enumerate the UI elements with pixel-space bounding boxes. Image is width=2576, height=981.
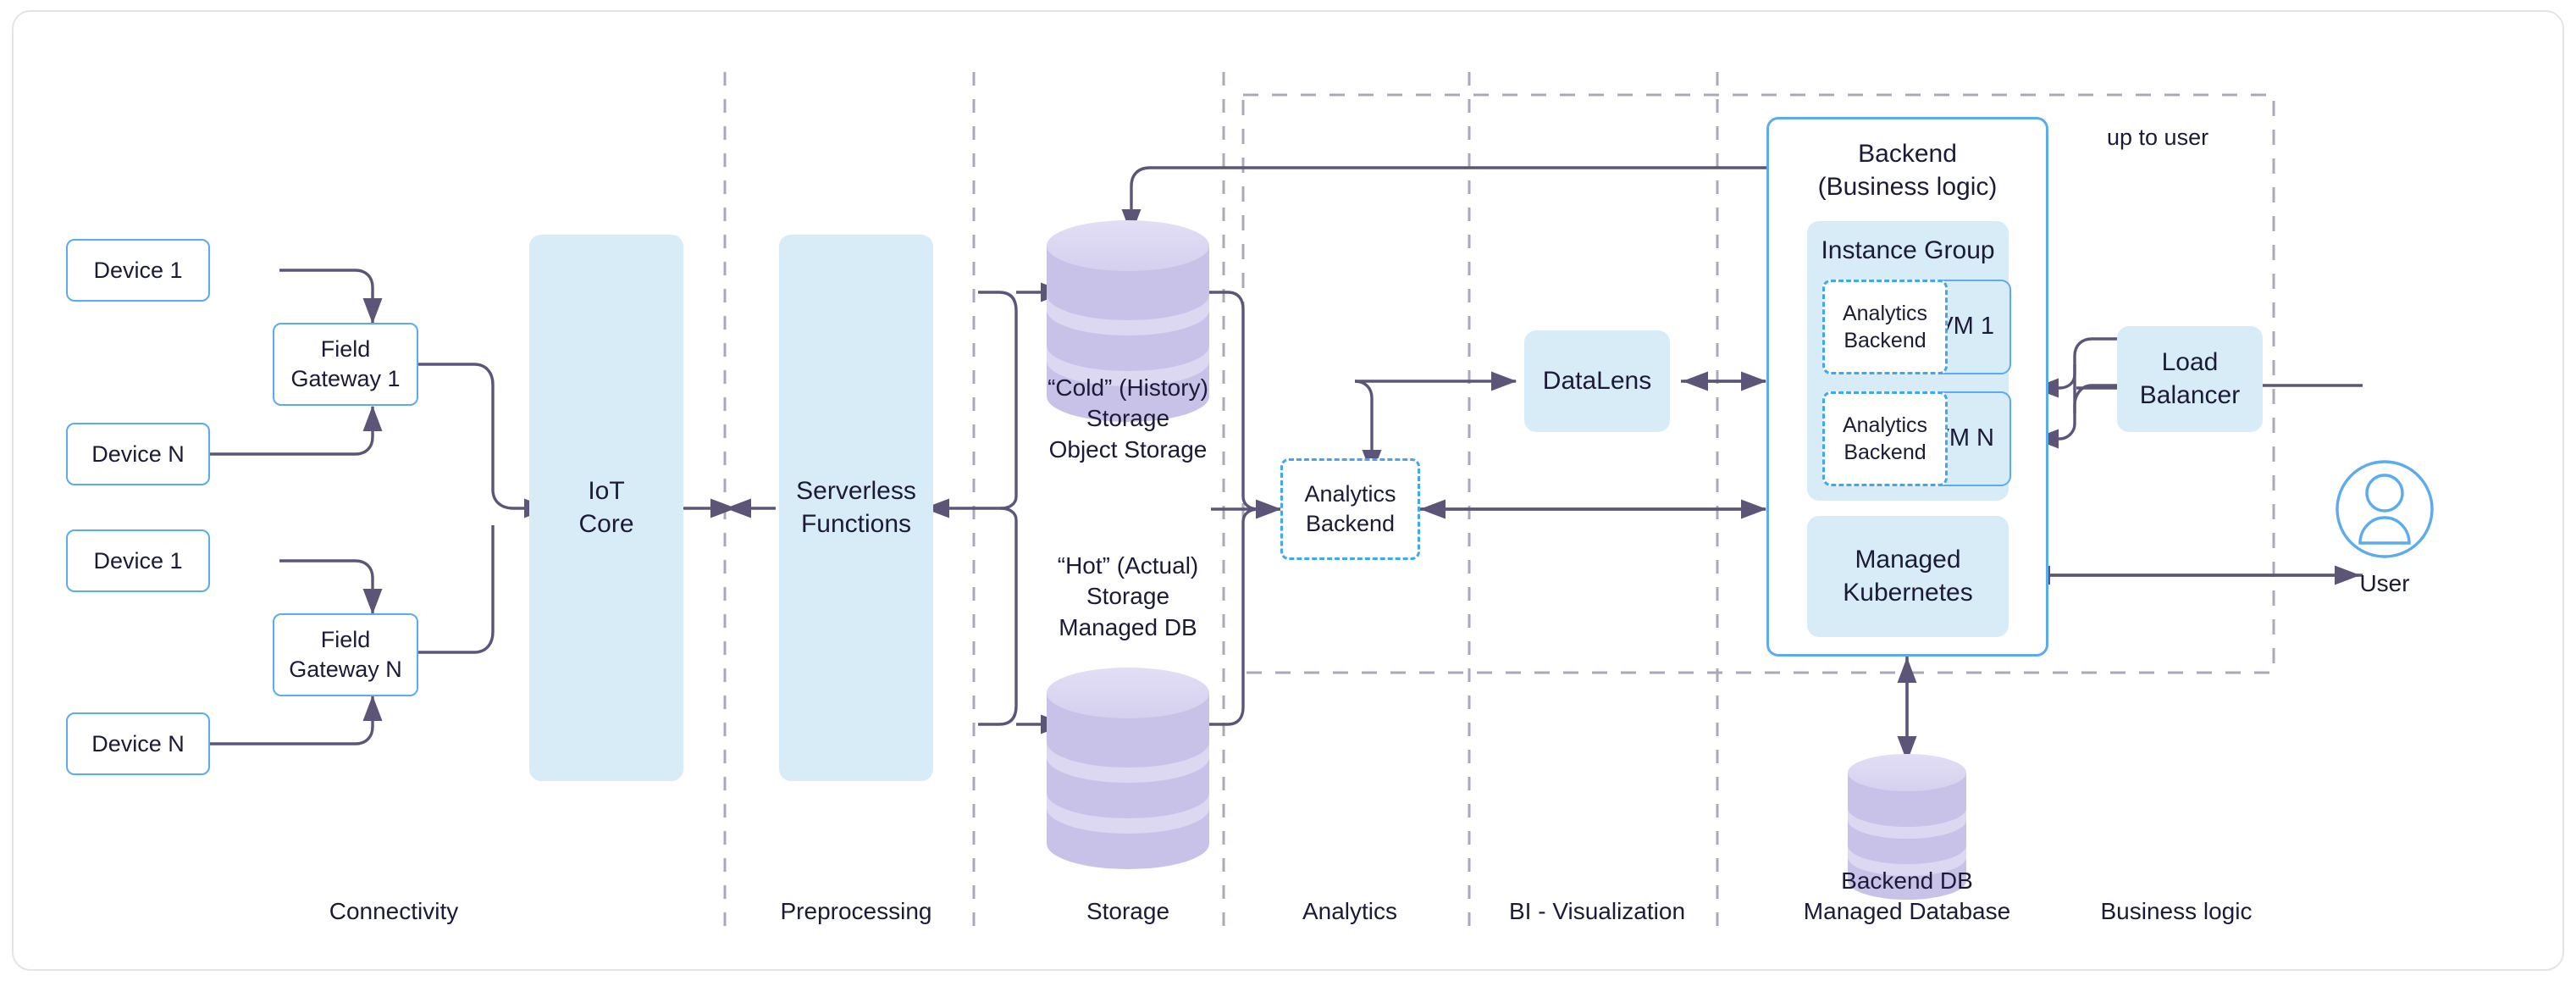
analytics-backend-label: Analytics Backend — [1842, 413, 1928, 464]
field-gateway-label: Field Gateway 1 — [290, 336, 401, 391]
lane-label-business-logic: Business logic — [2100, 898, 2253, 924]
serverless-functions-label: Serverless Functions — [796, 477, 916, 538]
field-gateway-box-1[interactable]: Field Gateway 1 — [273, 323, 418, 406]
device-box-4[interactable]: Device N — [66, 712, 210, 775]
analytics-backend-box[interactable]: Analytics Backend — [1280, 458, 1420, 560]
field-gateway-box-2[interactable]: Field Gateway N — [273, 613, 418, 696]
instance-group-title: Instance Group — [1821, 236, 1995, 264]
analytics-backend-vm-1[interactable]: Analytics Backend — [1822, 280, 1948, 374]
cold-storage-caption: “Cold” (History) Storage Object Storage — [1048, 374, 1208, 463]
device-label: Device N — [91, 730, 185, 757]
device-label: Device 1 — [93, 257, 183, 283]
managed-kubernetes-box[interactable]: Managed Kubernetes — [1807, 516, 2009, 637]
iot-core-label: IoT Core — [578, 477, 634, 538]
device-label: Device 1 — [93, 547, 183, 574]
device-box-2[interactable]: Device N — [66, 423, 210, 485]
analytics-backend-label: Analytics Backend — [1842, 302, 1928, 352]
datalens-label: DataLens — [1542, 366, 1652, 395]
device-box-1[interactable]: Device 1 — [66, 239, 210, 302]
analytics-backend-label: Analytics Backend — [1304, 481, 1396, 536]
lane-label-connectivity: Connectivity — [329, 898, 459, 924]
backend-db-caption: Backend DB Managed Database — [1803, 867, 2011, 925]
up-to-user-note: up to user — [2107, 125, 2209, 150]
hot-storage-caption: “Hot” (Actual) Storage Managed DB — [1057, 552, 1199, 640]
load-balancer-box[interactable]: Load Balancer — [2117, 326, 2263, 432]
user-label: User — [2359, 570, 2410, 596]
datalens-box[interactable]: DataLens — [1524, 330, 1670, 432]
load-balancer-label: Load Balancer — [2139, 348, 2241, 409]
field-gateway-label: Field Gateway N — [289, 627, 402, 682]
lane-label-bi-visualization: BI - Visualization — [1508, 898, 1686, 924]
iot-core-box[interactable]: IoT Core — [529, 235, 683, 781]
managed-kubernetes-label: Managed Kubernetes — [1843, 546, 1973, 607]
device-label: Device N — [91, 441, 185, 467]
serverless-functions-box[interactable]: Serverless Functions — [779, 235, 933, 781]
backend-title: Backend (Business logic) — [1817, 140, 1998, 201]
diagram-canvas: Device 1 Device N Device 1 Device N Fiel… — [0, 0, 2576, 981]
analytics-backend-vm-2[interactable]: Analytics Backend — [1822, 391, 1948, 486]
device-box-3[interactable]: Device 1 — [66, 529, 210, 592]
